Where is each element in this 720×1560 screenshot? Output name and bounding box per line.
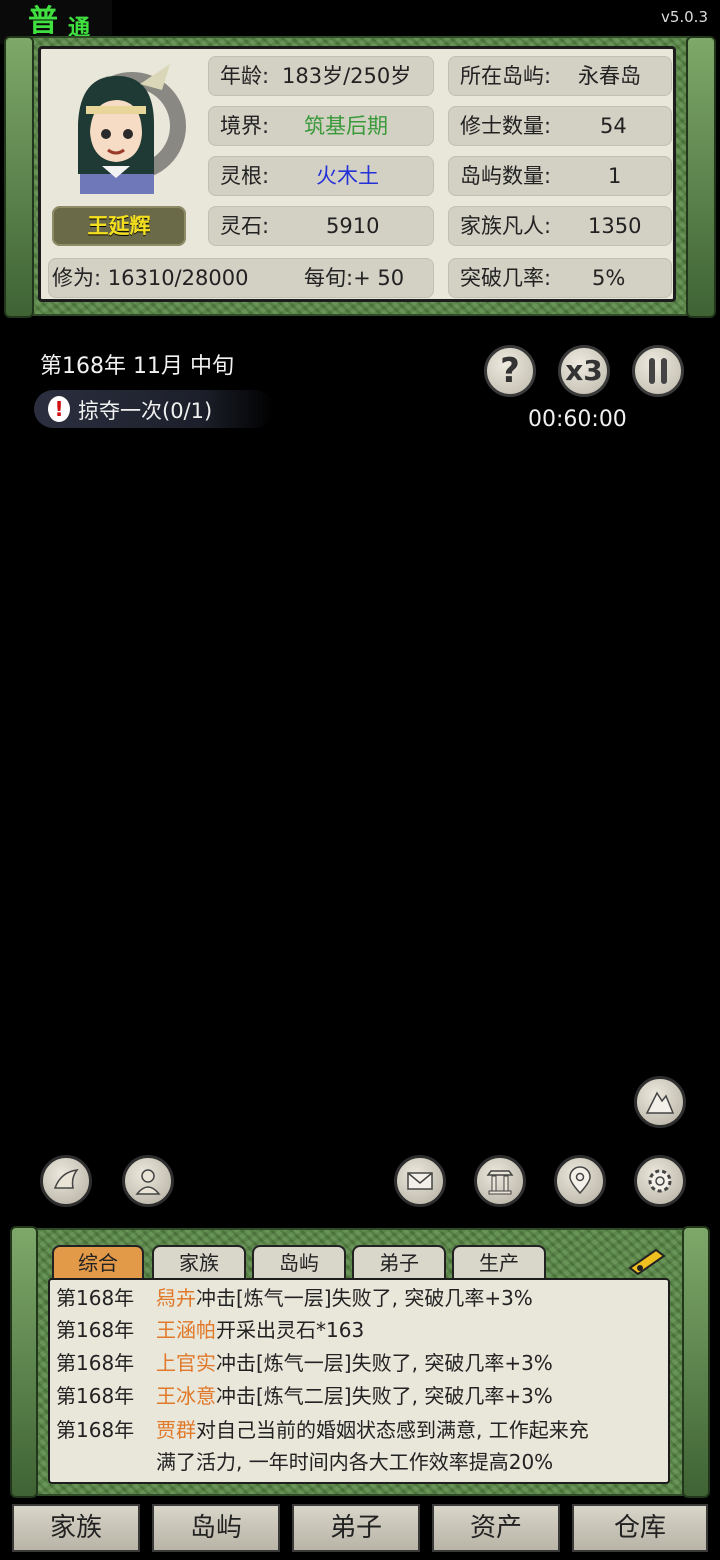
realm-label: 境界: — [220, 114, 270, 138]
help-icon: ? — [500, 351, 520, 391]
tab-production[interactable]: 生产 — [452, 1245, 546, 1279]
root-label: 灵根: — [220, 164, 270, 188]
realm-value: 筑基后期 — [304, 114, 388, 138]
islands-label: 岛屿数量: — [460, 164, 552, 188]
character-name: 王延辉 — [87, 214, 151, 238]
mortals-cell: 家族凡人: 1350 — [448, 206, 672, 246]
shrine-button[interactable] — [474, 1155, 526, 1207]
pause-icon — [649, 358, 667, 384]
person-icon — [135, 1169, 161, 1195]
speed-icon: x3 — [565, 354, 603, 387]
stone-label: 灵石: — [220, 214, 270, 238]
cultivation-text: 修为: 16310/28000 — [52, 266, 249, 290]
tab-islands[interactable]: 岛屿 — [252, 1245, 346, 1279]
mortals-label: 家族凡人: — [460, 214, 552, 238]
panel-rod-left — [4, 36, 34, 318]
game-date: 第168年 11月 中旬 — [40, 354, 234, 379]
cultivators-value: 54 — [600, 114, 627, 138]
timer: 00:60:00 — [528, 407, 627, 432]
stone-value: 5910 — [326, 214, 380, 238]
tab-disciples[interactable]: 弟子 — [352, 1245, 446, 1279]
version-label: v5.0.3 — [660, 8, 708, 26]
help-button[interactable]: ? — [484, 345, 536, 397]
log-row: 第168年 舄卉冲击[炼气一层]失败了, 突破几率+3% — [56, 1286, 533, 1310]
scroll-icon — [628, 1248, 666, 1276]
cultivators-label: 修士数量: — [460, 114, 552, 138]
per-period-text: 每旬:+ 50 — [304, 266, 405, 290]
stone-cell: 灵石: 5910 — [208, 206, 434, 246]
difficulty-big: 普 — [28, 4, 58, 39]
collapse-log-button[interactable] — [626, 1242, 670, 1276]
nav-assets[interactable]: 资产 — [432, 1504, 560, 1552]
log-row: 满了活力, 一年时间内各大工作效率提高20% — [156, 1450, 554, 1474]
log-rod-right — [682, 1226, 710, 1498]
log-row: 第168年 上官实冲击[炼气一层]失败了, 突破几率+3% — [56, 1351, 553, 1375]
location-button[interactable] — [554, 1155, 606, 1207]
cultivators-cell: 修士数量: 54 — [448, 106, 672, 146]
character-name-plate[interactable]: 王延辉 — [52, 206, 186, 246]
age-cell: 年龄: 183岁/250岁 — [208, 56, 434, 96]
mountain-button[interactable] — [634, 1076, 686, 1128]
nav-family[interactable]: 家族 — [12, 1504, 140, 1552]
location-pin-icon — [569, 1166, 591, 1195]
log-row: 第168年 贾群对自己当前的婚姻状态感到满意, 工作起来充 — [56, 1418, 589, 1442]
horn-icon — [53, 1169, 79, 1189]
mountain-icon — [645, 1091, 675, 1114]
character-button[interactable] — [122, 1155, 174, 1207]
log-row: 第168年 王涵帕开采出灵石*163 — [56, 1318, 365, 1342]
alert-icon: ! — [48, 396, 70, 422]
nav-disciples[interactable]: 弟子 — [292, 1504, 420, 1552]
realm-cell: 境界: 筑基后期 — [208, 106, 434, 146]
island-value: 永春岛 — [578, 64, 641, 88]
task-banner[interactable]: ! 掠夺一次(0/1) — [34, 390, 274, 428]
root-cell: 灵根: 火木土 — [208, 156, 434, 196]
island-label: 所在岛屿: — [460, 64, 552, 88]
log-rod-left — [10, 1226, 38, 1498]
root-value: 火木土 — [316, 164, 379, 188]
mortals-value: 1350 — [588, 214, 642, 238]
breakthrough-label: 突破几率: — [460, 266, 552, 290]
settings-button[interactable] — [634, 1155, 686, 1207]
horn-button[interactable] — [40, 1155, 92, 1207]
age-label: 年龄: — [220, 64, 270, 88]
task-text: 掠夺一次(0/1) — [78, 399, 213, 423]
tab-overview[interactable]: 综合 — [52, 1245, 144, 1279]
islands-value: 1 — [608, 164, 622, 188]
cultivation-cell: 修为: 16310/28000 每旬:+ 50 — [48, 258, 434, 298]
shrine-icon — [486, 1170, 514, 1195]
age-value: 183岁/250岁 — [282, 64, 412, 88]
character-avatar[interactable] — [50, 54, 186, 194]
mail-icon — [407, 1172, 433, 1190]
panel-rod-right — [686, 36, 716, 318]
nav-warehouse[interactable]: 仓库 — [572, 1504, 708, 1552]
pause-button[interactable] — [632, 345, 684, 397]
gear-icon — [648, 1169, 672, 1193]
mail-button[interactable] — [394, 1155, 446, 1207]
nav-islands[interactable]: 岛屿 — [152, 1504, 280, 1552]
breakthrough-cell: 突破几率: 5% — [448, 258, 672, 298]
island-cell: 所在岛屿: 永春岛 — [448, 56, 672, 96]
avatar-portrait-icon — [78, 64, 186, 194]
islands-cell: 岛屿数量: 1 — [448, 156, 672, 196]
tab-family[interactable]: 家族 — [152, 1245, 246, 1279]
log-row: 第168年 王冰意冲击[炼气二层]失败了, 突破几率+3% — [56, 1384, 553, 1408]
breakthrough-value: 5% — [592, 266, 626, 290]
speed-button[interactable]: x3 — [558, 345, 610, 397]
